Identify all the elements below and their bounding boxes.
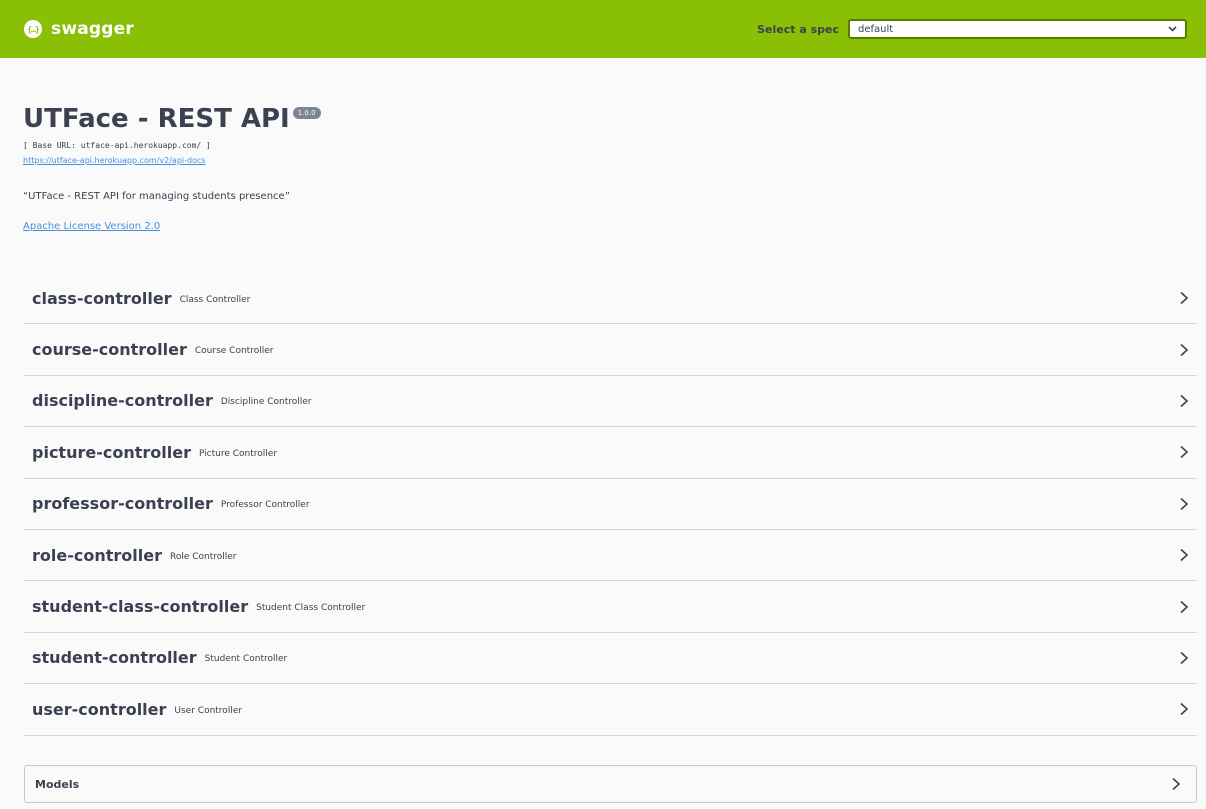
- chevron-right-icon[interactable]: [1172, 646, 1196, 670]
- tag-description: Class Controller: [179, 294, 251, 305]
- tag-description: Discipline Controller: [220, 397, 312, 408]
- tag-student-controller[interactable]: student-controller Student Controller: [24, 633, 1197, 685]
- tag-name: role-controller: [32, 545, 162, 565]
- models-label: Models: [35, 777, 80, 791]
- models-section[interactable]: Models: [24, 765, 1197, 803]
- chevron-down-icon: [1168, 24, 1177, 35]
- api-description: “UTFace - REST API for managing students…: [23, 191, 290, 202]
- tag-name: user-controller: [32, 699, 167, 719]
- swagger-logo[interactable]: {…} swagger: [24, 19, 134, 39]
- tag-professor-controller[interactable]: professor-controller Professor Controlle…: [24, 479, 1197, 530]
- tag-description: Role Controller: [169, 551, 237, 562]
- tag-description: Student Class Controller: [256, 603, 366, 614]
- tag-picture-controller[interactable]: picture-controller Picture Controller: [24, 427, 1197, 479]
- topbar: {…} swagger Select a spec default: [0, 0, 1206, 58]
- tag-user-controller[interactable]: user-controller User Controller: [24, 684, 1197, 736]
- tag-name: student-class-controller: [32, 597, 249, 617]
- tag-description: Professor Controller: [220, 500, 310, 511]
- tag-name: course-controller: [32, 340, 187, 360]
- page-title: UTFace - REST API: [23, 104, 290, 134]
- tag-name: picture-controller: [32, 442, 191, 462]
- tag-name: professor-controller: [32, 494, 213, 514]
- tag-discipline-controller[interactable]: discipline-controller Discipline Control…: [24, 376, 1197, 428]
- tag-name: discipline-controller: [32, 391, 213, 411]
- version-badge: 1.0.0: [292, 107, 321, 119]
- tag-description: Student Controller: [204, 654, 288, 665]
- tag-class-controller[interactable]: class-controller Class Controller: [24, 273, 1197, 325]
- chevron-right-icon[interactable]: [1172, 389, 1196, 413]
- tag-description: Picture Controller: [198, 448, 278, 459]
- spec-label: Select a spec: [757, 22, 839, 36]
- base-url: [ Base URL: utface-api.herokuapp.com/ ]: [23, 141, 211, 150]
- chevron-right-icon[interactable]: [1172, 440, 1196, 464]
- tag-role-controller[interactable]: role-controller Role Controller: [24, 530, 1197, 582]
- spec-select[interactable]: default: [848, 19, 1187, 39]
- tag-description: User Controller: [174, 705, 243, 716]
- spec-selector: Select a spec default: [757, 19, 1187, 39]
- tag-student-class-controller[interactable]: student-class-controller Student Class C…: [24, 581, 1197, 633]
- spec-select-value: default: [858, 23, 894, 35]
- tag-name: student-controller: [32, 648, 197, 668]
- api-info: UTFace - REST API 1.0.0 [ Base URL: utfa…: [23, 103, 321, 165]
- chevron-right-icon[interactable]: [1172, 543, 1196, 567]
- swagger-logo-icon: {…}: [24, 20, 42, 38]
- chevron-right-icon[interactable]: [1172, 286, 1196, 310]
- chevron-right-icon[interactable]: [1172, 338, 1196, 362]
- logo-text: swagger: [51, 19, 134, 39]
- tag-description: Course Controller: [194, 346, 274, 357]
- tag-name: class-controller: [32, 288, 172, 308]
- tag-list: class-controller Class Controller course…: [24, 273, 1197, 736]
- chevron-right-icon[interactable]: [1164, 772, 1188, 796]
- title-row: UTFace - REST API 1.0.0: [23, 103, 321, 135]
- chevron-right-icon[interactable]: [1172, 595, 1196, 619]
- tag-course-controller[interactable]: course-controller Course Controller: [24, 324, 1197, 376]
- chevron-right-icon[interactable]: [1172, 697, 1196, 721]
- license-link[interactable]: Apache License Version 2.0: [23, 221, 160, 232]
- chevron-right-icon[interactable]: [1172, 492, 1196, 516]
- api-docs-link[interactable]: https://utface-api.herokuapp.com/v2/api-…: [23, 156, 321, 165]
